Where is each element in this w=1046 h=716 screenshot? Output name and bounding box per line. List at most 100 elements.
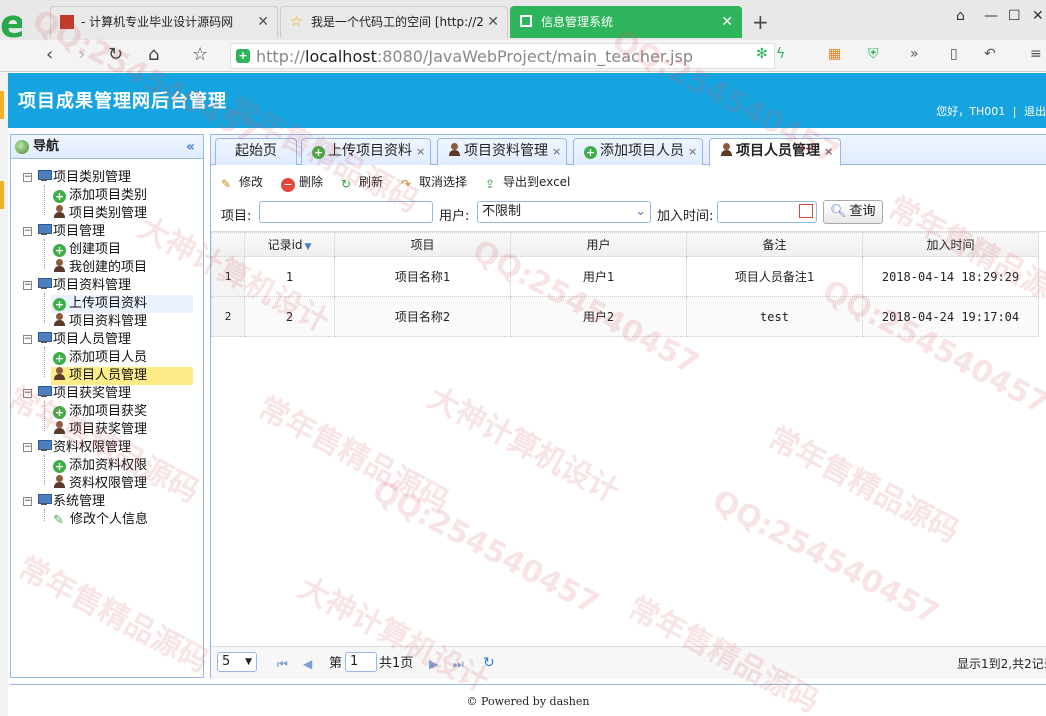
tree-collapse-icon[interactable]: − <box>23 227 32 236</box>
time-filter-input[interactable] <box>717 201 817 223</box>
sidebar-group[interactable]: 项目资料管理 <box>37 277 131 295</box>
undo-icon[interactable]: ↶ <box>984 46 996 62</box>
calendar-icon[interactable] <box>799 204 813 218</box>
cell-user: 用户1 <box>510 256 687 297</box>
sidebar-group[interactable]: 系统管理 <box>37 493 105 511</box>
apps-icon[interactable]: ▦ <box>828 46 841 62</box>
speed-icon[interactable]: ✻ <box>756 46 768 62</box>
reload-page-icon[interactable]: ↻ <box>483 655 495 671</box>
tab-close-icon[interactable]: ✕ <box>487 7 499 37</box>
sidebar-item[interactable]: 项目资料管理 <box>51 313 193 331</box>
sidebar-item[interactable]: + 添加项目人员 <box>51 349 193 367</box>
sidebar-group[interactable]: 项目人员管理 <box>37 331 131 349</box>
project-filter-input[interactable] <box>259 201 433 223</box>
column-header[interactable]: 记录id ▼ <box>244 232 335 257</box>
prev-page-icon[interactable]: ◀ <box>303 657 312 671</box>
forward-icon[interactable]: › <box>78 44 85 66</box>
shirt-skin-icon[interactable]: ⌂ <box>956 8 965 24</box>
url-text[interactable]: http://localhost:8080/JavaWebProject/mai… <box>256 46 693 68</box>
sidebar-item[interactable]: + 添加项目类别 <box>51 187 193 205</box>
table-row[interactable]: 1 1 项目名称1 用户1 项目人员备注1 2018-04-14 18:29:2… <box>211 256 1039 297</box>
sidebar-group[interactable]: 项目类别管理 <box>37 169 131 187</box>
cell-id: 2 <box>244 296 335 337</box>
cancel-select-button[interactable]: ↷ 取消选择 <box>401 172 467 192</box>
column-header[interactable]: 项目 <box>334 232 511 257</box>
phone-icon[interactable]: ▯ <box>950 46 958 62</box>
tab-close-icon[interactable]: × <box>688 145 697 158</box>
shield-plugin-icon[interactable]: ⛨ <box>868 46 879 62</box>
sidebar-item[interactable]: 我创建的项目 <box>51 259 193 277</box>
reload-icon[interactable]: ↻ <box>108 44 123 66</box>
last-page-icon[interactable]: ⏭ <box>453 657 464 672</box>
person-icon <box>53 259 66 272</box>
tab-add-member[interactable]: + 添加项目人员 × <box>573 138 703 165</box>
sidebar-item[interactable]: + 添加项目获奖 <box>51 403 193 421</box>
tree-collapse-icon[interactable]: − <box>23 173 32 182</box>
tab-close-icon[interactable]: × <box>552 145 561 158</box>
chevron-down-icon[interactable]: ⌄ <box>635 202 646 222</box>
tree-collapse-icon[interactable]: − <box>23 281 32 290</box>
column-header[interactable]: 加入时间 <box>862 232 1039 257</box>
sidebar-item[interactable]: + 添加资料权限 <box>51 457 193 475</box>
tab-upload-material[interactable]: + 上传项目资料 × <box>301 138 431 165</box>
sidebar-item[interactable]: 资料权限管理 <box>51 475 193 493</box>
browser-tab-2[interactable]: ☆ 我是一个代码工的空间 [http://2 ✕ <box>280 6 508 38</box>
sidebar-group[interactable]: 项目管理 <box>37 223 105 241</box>
more-extensions-icon[interactable]: » <box>910 46 919 62</box>
sidebar-item[interactable]: 项目类别管理 <box>51 205 193 223</box>
minimize-icon[interactable]: — <box>984 8 998 24</box>
collapse-icon[interactable]: « <box>186 135 195 159</box>
user-filter-select[interactable]: 不限制 ⌄ <box>477 201 651 223</box>
sidebar-group-label: 项目类别管理 <box>53 170 132 185</box>
url-field[interactable]: + http://localhost:8080/JavaWebProject/m… <box>230 43 775 69</box>
header-separator: | <box>1012 105 1017 118</box>
sidebar-group[interactable]: 项目获奖管理 <box>37 385 131 403</box>
menu-icon[interactable]: ≡ <box>1030 46 1042 62</box>
maximize-icon[interactable]: ☐ <box>1008 8 1021 24</box>
logout-link[interactable]: 退出 <box>1024 105 1046 118</box>
sidebar-item[interactable]: ✎ 修改个人信息 <box>51 511 193 529</box>
column-header[interactable]: 用户 <box>510 232 687 257</box>
tab-close-icon[interactable]: × <box>416 145 425 158</box>
page-number-input[interactable]: 1 <box>345 652 377 672</box>
page-size-select[interactable]: 5 ▼ <box>217 652 257 672</box>
tree-collapse-icon[interactable]: − <box>23 497 32 506</box>
home-icon[interactable]: ⌂ <box>148 44 159 66</box>
tab-start-page[interactable]: 起始页 <box>215 138 297 165</box>
close-window-icon[interactable]: ✕ <box>1032 8 1044 24</box>
query-button[interactable]: 🔍︎ 查询 <box>823 200 883 224</box>
sidebar-item[interactable]: + 创建项目 <box>51 241 193 259</box>
tab-close-icon[interactable]: × <box>824 145 833 158</box>
sidebar-group-label: 项目资料管理 <box>53 278 132 293</box>
person-icon <box>53 367 66 380</box>
next-page-icon[interactable]: ▶ <box>429 657 438 671</box>
browser-tab-1[interactable]: - 计算机专业毕业设计源码网 ✕ <box>50 6 278 38</box>
tab-material-manage[interactable]: 项目资料管理 × <box>437 138 567 165</box>
edit-button[interactable]: ✎ 修改 <box>221 172 263 192</box>
sort-desc-icon: ▼ <box>304 242 312 252</box>
back-icon[interactable]: ‹ <box>46 44 53 66</box>
new-tab-icon[interactable]: + <box>752 10 769 34</box>
refresh-button[interactable]: ↻ 刷新 <box>341 172 383 192</box>
person-icon <box>53 313 66 326</box>
export-icon: ⇪ <box>485 177 496 191</box>
tree-collapse-icon[interactable]: − <box>23 335 32 344</box>
first-page-icon[interactable]: ⏮ <box>277 657 288 672</box>
bookmark-star-icon[interactable]: ☆ <box>192 44 208 66</box>
table-row[interactable]: 2 2 项目名称2 用户2 test 2018-04-24 19:17:04 <box>211 296 1039 337</box>
dropdown-arrow-icon[interactable]: ▼ <box>245 653 252 671</box>
tree-collapse-icon[interactable]: − <box>23 389 32 398</box>
sidebar-item[interactable]: 项目获奖管理 <box>51 421 193 439</box>
browser-tab-3-active[interactable]: 信息管理系统 ✕ <box>510 6 742 38</box>
sidebar-item[interactable]: + 上传项目资料 <box>51 295 193 313</box>
sidebar-item[interactable]: 项目人员管理 <box>51 367 193 385</box>
tab-member-manage[interactable]: 项目人员管理 × <box>709 138 841 166</box>
delete-button[interactable]: − 删除 <box>281 172 323 192</box>
export-excel-button[interactable]: ⇪ 导出到excel <box>485 172 570 192</box>
column-header[interactable]: 备注 <box>686 232 863 257</box>
tab-close-icon[interactable]: ✕ <box>721 7 733 37</box>
tree-collapse-icon[interactable]: − <box>23 443 32 452</box>
lightning-icon[interactable]: ϟ <box>776 46 785 62</box>
sidebar-group[interactable]: 资料权限管理 <box>37 439 131 457</box>
tab-close-icon[interactable]: ✕ <box>257 7 269 37</box>
